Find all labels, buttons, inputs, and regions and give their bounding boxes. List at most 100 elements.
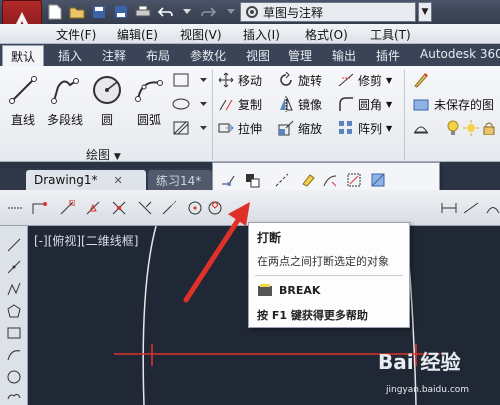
menu-edit[interactable]: 编辑(E)	[117, 26, 158, 43]
hatch-icon[interactable]	[170, 118, 192, 138]
doc-tab-exercise14[interactable]: 练习14*	[148, 170, 212, 190]
snap-apparent-intersection-icon[interactable]	[136, 199, 154, 217]
menu-view[interactable]: 视图(V)	[180, 26, 222, 43]
redo-icon[interactable]	[200, 3, 218, 21]
circle-icon	[89, 72, 125, 108]
arc-icon[interactable]	[5, 346, 23, 364]
polyline-tool[interactable]: 多段线	[44, 72, 86, 128]
temporary-tracking-icon[interactable]	[6, 199, 24, 217]
doc-tab-drawing1[interactable]: Drawing1* ✕	[26, 170, 146, 190]
tooltip-title: 打断	[257, 231, 282, 245]
move-label: 移动	[238, 73, 263, 88]
layer-properties-icon[interactable]	[410, 70, 432, 90]
rotate-icon	[278, 72, 294, 88]
move-tool[interactable]: 移动	[218, 70, 262, 90]
edit-polyline-icon[interactable]	[319, 169, 341, 191]
edit-spline-icon[interactable]	[343, 169, 365, 191]
snap-endpoint-icon[interactable]	[58, 199, 76, 217]
tab-autodesk-360[interactable]: Autodesk 360	[420, 47, 500, 61]
ribbon-tab-bar: 默认 插入 注释 布局 参数化 视图 管理 输出 插件 Autodesk 360	[0, 44, 500, 66]
scale-tool[interactable]: 缩放	[278, 118, 322, 138]
tab-output[interactable]: 输出	[332, 47, 356, 64]
revision-cloud-icon[interactable]	[5, 388, 23, 405]
rotate-tool[interactable]: 旋转	[278, 70, 322, 90]
line-tool[interactable]: 直线	[2, 72, 44, 128]
tab-annotate[interactable]: 注释	[102, 47, 126, 64]
copy-icon	[218, 96, 234, 112]
circle-tool[interactable]: 圆	[86, 72, 128, 128]
close-icon[interactable]: ✕	[114, 174, 123, 187]
erase-icon[interactable]	[297, 169, 319, 191]
arc-tool[interactable]: 圆弧	[128, 72, 170, 128]
new-file-icon[interactable]	[46, 3, 64, 21]
trim-label: 修剪	[358, 73, 383, 88]
snap-midpoint-icon[interactable]	[84, 199, 102, 217]
redo-dropdown-icon[interactable]	[222, 3, 240, 21]
chevron-down-icon: ▼	[386, 75, 393, 85]
layer-state-dropdown[interactable]: 未保存的图	[434, 94, 494, 114]
tab-parametric[interactable]: 参数化	[190, 47, 226, 64]
copy-tool[interactable]: 复制	[218, 94, 262, 114]
rectangle-icon[interactable]	[5, 324, 23, 342]
lengthen-icon[interactable]	[271, 169, 293, 191]
tab-plugins[interactable]: 插件	[376, 47, 400, 64]
dimension-arc-icon[interactable]	[484, 199, 500, 217]
annotation-arrow-icon	[183, 202, 250, 303]
chevron-down-icon[interactable]	[192, 94, 214, 114]
stretch-label: 拉伸	[238, 121, 263, 136]
chevron-down-icon[interactable]: ▼	[418, 2, 432, 22]
menu-format[interactable]: 格式(O)	[305, 26, 348, 43]
workspace-name: 草图与注释	[263, 5, 324, 20]
menu-insert[interactable]: 插入(I)	[243, 26, 280, 43]
array-tool[interactable]: 阵列 ▼	[338, 118, 392, 138]
snap-from-icon[interactable]	[30, 199, 48, 217]
layer-state-icon[interactable]	[410, 94, 432, 114]
menu-tools[interactable]: 工具(T)	[370, 26, 411, 43]
tab-default[interactable]: 默认	[2, 45, 45, 66]
line-icon[interactable]	[5, 236, 23, 254]
panel-divider	[404, 70, 405, 160]
fillet-label: 圆角	[358, 97, 383, 112]
tab-layout[interactable]: 布局	[146, 47, 170, 64]
snap-intersection-icon[interactable]	[110, 199, 128, 217]
chevron-down-icon[interactable]	[192, 70, 214, 90]
stretch-tool[interactable]: 拉伸	[218, 118, 262, 138]
explode-icon[interactable]	[241, 169, 263, 191]
watermark-logo: Bai 经验	[378, 350, 461, 374]
edit-hatch-icon[interactable]	[367, 169, 389, 191]
tab-insert[interactable]: 插入	[58, 47, 82, 64]
tooltip-command: BREAK	[257, 283, 320, 297]
snap-extension-icon[interactable]	[160, 199, 178, 217]
print-icon[interactable]	[134, 3, 152, 21]
dimension-aligned-icon[interactable]	[462, 199, 480, 217]
trim-tool[interactable]: 修剪 ▼	[338, 70, 392, 90]
tab-manage[interactable]: 管理	[288, 47, 312, 64]
lock-icon[interactable]	[478, 118, 500, 138]
undo-dropdown-icon[interactable]	[178, 3, 196, 21]
mirror-tool[interactable]: 镜像	[278, 94, 322, 114]
circle-icon[interactable]	[5, 368, 23, 386]
chevron-down-icon: ▼	[113, 152, 121, 162]
chevron-down-icon[interactable]	[192, 118, 214, 138]
save-icon[interactable]	[90, 3, 108, 21]
rectangle-icon[interactable]	[170, 70, 192, 90]
document-tab-bar: Drawing1* ✕ 练习14*	[0, 168, 212, 190]
viewport-controls[interactable]: [-][俯视][二维线框]	[34, 232, 138, 249]
ellipse-icon[interactable]	[170, 94, 192, 114]
open-folder-icon[interactable]	[68, 3, 86, 21]
draw-panel-label[interactable]: 绘图 ▼	[86, 146, 121, 163]
tooltip-description: 在两点之间打断选定的对象	[257, 255, 389, 268]
workspace-selector[interactable]: 草图与注释	[240, 2, 416, 22]
polyline-icon[interactable]	[5, 280, 23, 298]
arc-icon	[131, 72, 167, 108]
dimension-linear-icon[interactable]	[440, 199, 458, 217]
join-icon[interactable]	[217, 169, 239, 191]
polygon-icon[interactable]	[5, 302, 23, 320]
layer-match-icon[interactable]	[410, 118, 432, 138]
save-as-icon[interactable]	[112, 3, 130, 21]
tab-view[interactable]: 视图	[246, 47, 270, 64]
menu-file[interactable]: 文件(F)	[56, 26, 96, 43]
undo-icon[interactable]	[156, 3, 174, 21]
fillet-tool[interactable]: 圆角 ▼	[338, 94, 392, 114]
construction-line-icon[interactable]	[5, 258, 23, 276]
